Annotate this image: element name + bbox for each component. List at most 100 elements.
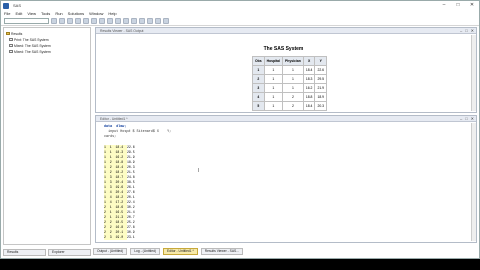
table-cell: 2 <box>282 101 304 111</box>
sas-logo-icon <box>3 2 9 9</box>
tree-node-mixed-2[interactable]: Mixed: The SAS System <box>9 49 51 54</box>
explorer-icon[interactable] <box>131 18 137 24</box>
table-cell: 4 <box>252 92 265 102</box>
open-icon[interactable] <box>59 18 65 24</box>
table-body: 1 1 1 18.4 22.6 2 1 1 18.3 29.5 3 1 1 16.2 21.9 4 1 2 18.8… <box>252 65 328 111</box>
window-title: SAS <box>13 3 22 8</box>
paste-icon[interactable] <box>107 18 113 24</box>
table-cell: 1 <box>263 65 284 75</box>
table-row: 4 1 2 18.8 18.9 <box>252 92 328 102</box>
results-viewer-titlebar: Results Viewer - SAS Output – □ ✕ <box>96 28 476 34</box>
table-cell: 18.9 <box>314 92 328 102</box>
tab-output[interactable]: Output - (Untitled) <box>93 248 128 255</box>
tab-results[interactable]: Results <box>3 249 46 256</box>
menu-run[interactable]: Run <box>55 11 62 16</box>
close-icon[interactable]: ✕ <box>471 117 474 121</box>
table-cell: 1 <box>282 83 304 93</box>
table-cell: 1 <box>263 74 284 84</box>
results-scrollbar[interactable] <box>471 35 476 111</box>
results-viewer-window: Results Viewer - SAS Output – □ ✕ The SA… <box>95 27 477 113</box>
table-cell: 6 <box>252 110 265 111</box>
menu-help[interactable]: Help <box>108 11 116 16</box>
table-cell: 1 <box>252 65 265 75</box>
table-cell: 1 <box>263 110 284 111</box>
table-cell: 1 <box>263 101 284 111</box>
code-text: data dlmw; <box>104 125 127 129</box>
run-icon[interactable] <box>139 18 145 24</box>
column-header-obs: Obs <box>252 56 265 66</box>
results-tree: Results Print: The SAS System Mixed: The… <box>3 27 91 245</box>
tree-node-results[interactable]: Results <box>6 31 22 36</box>
print-icon[interactable] <box>75 18 81 24</box>
results-viewer-controls: – □ ✕ <box>460 29 474 33</box>
break-icon[interactable] <box>155 18 161 24</box>
table-cell: 21.9 <box>314 83 328 93</box>
code-text: input Hosp# $ Sitenard$ X Y; <box>104 130 172 134</box>
minimize-icon[interactable]: – <box>460 29 462 33</box>
code-area[interactable]: data dlmw; input Hosp# $ Sitenard$ X Y; … <box>97 123 470 241</box>
table-cell: 2 <box>282 110 304 111</box>
cut-icon[interactable] <box>91 18 97 24</box>
table-cell: 5 <box>252 101 265 111</box>
column-header-y: Y <box>314 56 328 66</box>
table-header-row: Obs Hospital Physician X Y <box>252 56 328 66</box>
undo-icon[interactable] <box>115 18 121 24</box>
menu-window[interactable]: Window <box>89 11 103 16</box>
new-library-icon[interactable] <box>123 18 129 24</box>
tree-node-label: Mixed: The SAS System <box>14 49 51 54</box>
tab-explorer[interactable]: Explorer <box>48 249 91 256</box>
table-row: 2 1 1 18.3 29.5 <box>252 74 328 84</box>
table-cell: 18.4 <box>302 65 316 75</box>
close-icon[interactable]: ✕ <box>467 2 477 8</box>
table-cell: 1 <box>282 65 304 75</box>
command-box[interactable] <box>4 18 49 24</box>
clear-icon[interactable] <box>147 18 153 24</box>
toolbar <box>1 17 479 26</box>
menu-view[interactable]: View <box>27 11 36 16</box>
menu-tools[interactable]: Tools <box>41 11 50 16</box>
save-icon[interactable] <box>67 18 73 24</box>
menu-file[interactable]: File <box>4 11 10 16</box>
datalines-block: 1 1 18.4 22.6 1 1 18.3 29.5 1 1 16.2 21.9 1… <box>104 145 135 240</box>
maximize-icon[interactable]: □ <box>453 2 463 8</box>
report-icon <box>9 37 13 42</box>
menu-edit[interactable]: Edit <box>15 11 22 16</box>
text-cursor-icon: I <box>198 168 200 174</box>
results-content: The SAS System Obs Hospital Physician X … <box>97 35 470 111</box>
title-bar: SAS – □ ✕ <box>1 1 479 10</box>
table-cell: 29.5 <box>314 74 328 84</box>
menu-solutions[interactable]: Solutions <box>68 11 84 16</box>
print-table: Obs Hospital Physician X Y 1 1 1 18.4 22.6 2 1… <box>252 56 328 111</box>
sas-window: SAS – □ ✕ File Edit View Tools Run Solut… <box>0 0 480 259</box>
tree-node-mixed-1[interactable]: Mixed: The SAS System <box>9 43 51 48</box>
new-icon[interactable] <box>51 18 57 24</box>
code-text: cards; <box>104 135 117 139</box>
editor-scrollbar[interactable] <box>471 123 476 241</box>
table-cell: 2 <box>282 92 304 102</box>
tree-node-label: Results <box>11 31 23 36</box>
tab-editor[interactable]: Editor - Untitled1 * <box>163 248 198 255</box>
table-cell: 18.8 <box>302 92 316 102</box>
tree-node-print[interactable]: Print: The SAS System <box>9 37 49 42</box>
maximize-icon[interactable]: □ <box>465 29 467 33</box>
results-viewer-title: Results Viewer - SAS Output <box>100 29 144 33</box>
close-icon[interactable]: ✕ <box>471 29 474 33</box>
minimize-icon[interactable]: – <box>460 117 462 121</box>
maximize-icon[interactable]: □ <box>465 117 467 121</box>
tab-results-viewer[interactable]: Results Viewer - SAS... <box>200 248 243 255</box>
editor-titlebar: Editor - Untitled1 * – □ ✕ <box>96 116 476 122</box>
left-pane-tabs: Results Explorer <box>3 249 91 257</box>
preview-icon[interactable] <box>83 18 89 24</box>
minimize-icon[interactable]: – <box>439 2 449 8</box>
tab-log[interactable]: Log - (Untitled) <box>130 248 161 255</box>
window-tabs: Output - (Untitled) Log - (Untitled) Edi… <box>93 247 479 256</box>
help-icon[interactable] <box>163 18 169 24</box>
table-row: 3 1 1 16.2 21.9 <box>252 83 328 93</box>
table-cell: 18.4 <box>302 101 316 111</box>
tree-node-label: Print: The SAS System <box>14 37 49 42</box>
table-row: 61218.221.5 <box>252 110 328 111</box>
copy-icon[interactable] <box>99 18 105 24</box>
editor-controls: – □ ✕ <box>460 117 474 121</box>
data-line: 2 3 19.0 23.1 <box>104 235 135 239</box>
table-cell: 18.2 <box>302 110 316 111</box>
